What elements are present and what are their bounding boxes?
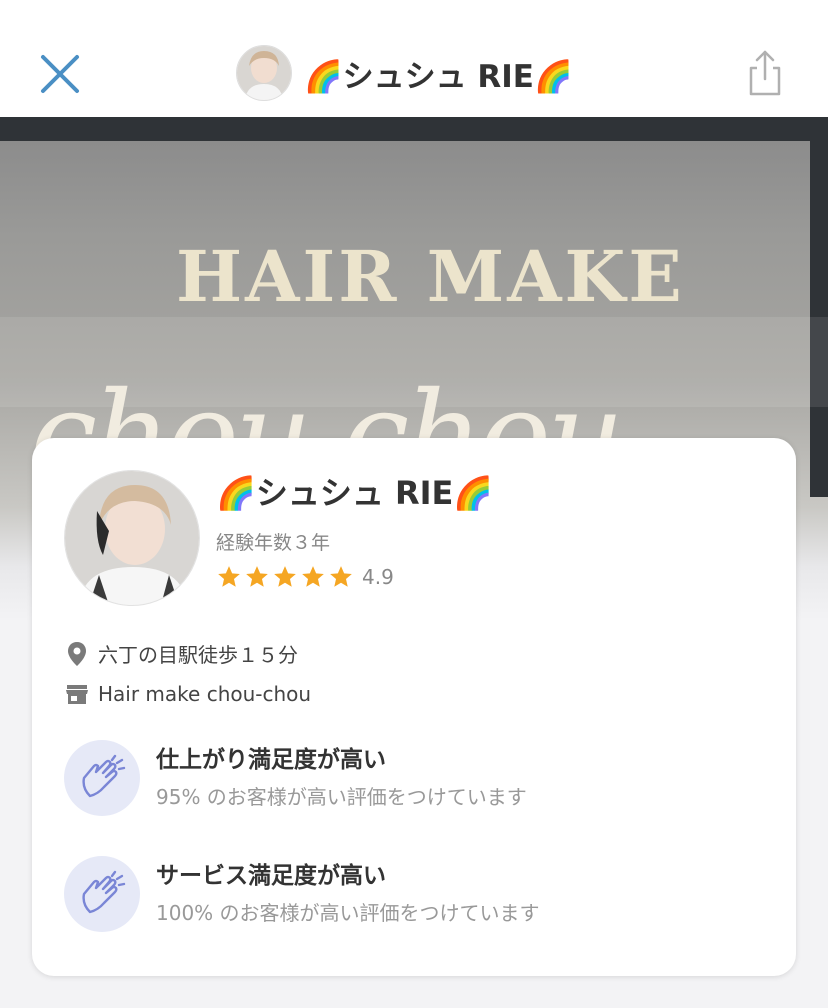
stylist-avatar <box>64 470 200 606</box>
page-title: 🌈シュシュ RIE🌈 <box>304 58 573 95</box>
star-icon <box>246 566 268 587</box>
feature-title: 仕上がり満足度が高い <box>156 747 386 773</box>
header-stylist: 🌈シュシュ RIE🌈 <box>236 45 573 101</box>
clapping-hands-icon <box>82 870 126 914</box>
feature-title: サービス満足度が高い <box>156 863 386 889</box>
star-icon <box>330 566 352 587</box>
star-icon <box>274 566 296 587</box>
access-info: 六丁の目駅徒歩１５分 <box>64 639 298 668</box>
rating: 4.9 <box>216 564 394 590</box>
location-pin-icon <box>64 641 90 667</box>
rating-value: 4.9 <box>362 565 394 589</box>
feature-service-satisfaction: サービス満足度が高い 100% のお客様が高い評価をつけています <box>64 854 764 934</box>
feature-badge <box>64 856 140 932</box>
stylist-profile-card: 🌈シュシュ RIE🌈 経験年数３年 4.9 六丁の目駅徒歩１５分 Hair ma… <box>32 438 796 976</box>
clapping-hands-icon <box>82 754 126 798</box>
feature-subtitle: 95% のお客様が高い評価をつけています <box>156 785 527 809</box>
stylist-name: 🌈シュシュ RIE🌈 <box>216 474 494 512</box>
star-icon <box>218 566 240 587</box>
close-button[interactable] <box>36 50 84 98</box>
shop-icon <box>64 681 90 707</box>
window-frame-side <box>810 117 828 497</box>
salon-info[interactable]: Hair make chou-chou <box>64 681 311 707</box>
share-button[interactable] <box>744 48 786 98</box>
feature-subtitle: 100% のお客様が高い評価をつけています <box>156 901 540 925</box>
experience-years: 経験年数３年 <box>216 532 331 554</box>
feature-badge <box>64 740 140 816</box>
feature-finish-satisfaction: 仕上がり満足度が高い 95% のお客様が高い評価をつけています <box>64 738 764 818</box>
star-icon <box>302 566 324 587</box>
window-frame <box>0 117 828 141</box>
salon-sign-text: HAIR MAKE <box>176 235 685 318</box>
avatar <box>236 45 292 101</box>
share-icon <box>749 50 781 96</box>
access-text: 六丁の目駅徒歩１５分 <box>98 643 298 667</box>
salon-name: Hair make chou-chou <box>98 682 312 706</box>
close-icon <box>41 55 79 93</box>
top-navigation-bar: 🌈シュシュ RIE🌈 <box>0 0 828 117</box>
